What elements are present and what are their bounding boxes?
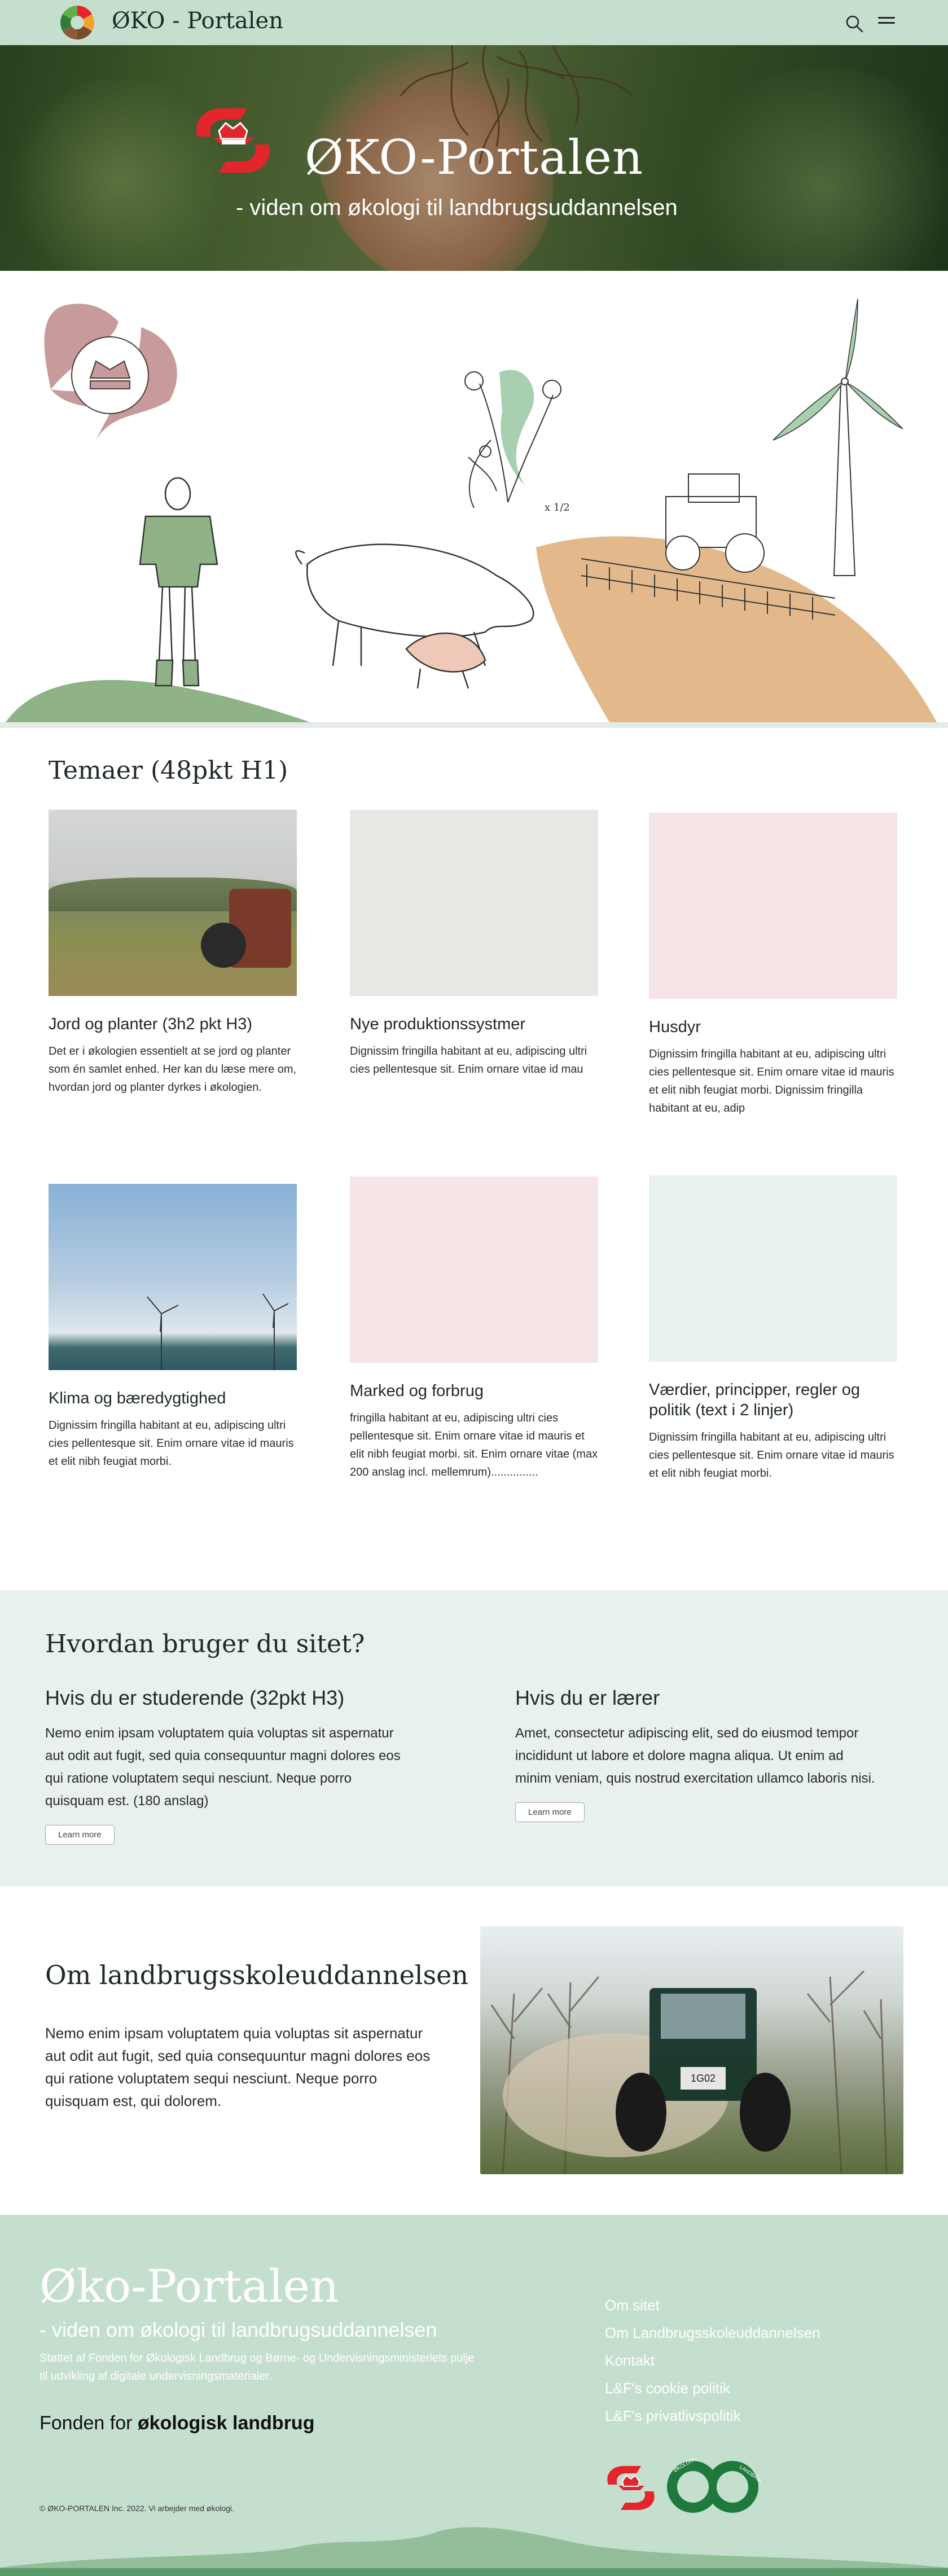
section-title-om: Om landbrugsskoleuddannelsen — [45, 1960, 468, 1990]
student-learn-more-button[interactable]: Learn more — [45, 1825, 115, 1845]
illustration-annotation: x 1/2 — [545, 502, 570, 514]
teacher-text: Amet, consectetur adipiscing elit, sed d… — [515, 1726, 875, 1786]
oe-logo-icon — [196, 108, 270, 173]
menu-icon[interactable] — [878, 17, 895, 29]
card-title: Marked og forbrug — [350, 1382, 484, 1400]
footer-link-om-sitet[interactable]: Om sitet — [605, 2297, 820, 2314]
about-text: Nemo enim ipsam voluptatem quia voluptas… — [45, 2025, 431, 2109]
card-image-placeholder — [649, 1175, 897, 1362]
pink-logo-icon — [44, 304, 177, 440]
footer-copyright: © ØKO-PORTALEN Inc. 2022. Vi arbejder me… — [40, 2504, 234, 2513]
footer-subtitle: - viden om økologi til landbrugsuddannel… — [40, 2318, 437, 2341]
hero-illustration: x 1/2 — [0, 271, 948, 728]
section-title-temaer: Temaer (48pkt H1) — [49, 756, 288, 785]
how-to-use-section: Hvordan bruger du sitet? Hvis du er stud… — [0, 1590, 948, 1886]
footer-support-text: Støttet af Fonden for Økologisk Landbrug… — [40, 2352, 475, 2382]
card-image-placeholder — [350, 1177, 598, 1363]
section-title-hvordan: Hvordan bruger du sitet? — [45, 1630, 365, 1658]
footer-title: Øko-Portalen — [40, 2260, 339, 2312]
theme-card[interactable]: Jord og planter (3h2 pkt H3) Det er i øk… — [49, 810, 297, 1096]
about-section: Om landbrugsskoleuddannelsen Nemo enim i… — [0, 1886, 948, 2215]
theme-card[interactable]: Husdyr Dignissim fringilla habitant at e… — [649, 813, 897, 1117]
theme-card[interactable]: Nye produktionssystmer Dignissim fringil… — [350, 810, 598, 1078]
search-icon[interactable] — [845, 14, 864, 33]
oe-logo-icon — [607, 2466, 655, 2510]
okologisk-landbrug-seal-icon: ØKOLOGISK LANDBRUG — [667, 2459, 761, 2513]
student-heading: Hvis du er studerende (32pkt H3) — [45, 1686, 345, 1709]
site-title[interactable]: ØKO - Portalen — [112, 8, 283, 34]
footer-link-om-landbrugsskoleuddannelsen[interactable]: Om Landbrugsskoleuddannelsen — [605, 2324, 820, 2342]
hero-banner: ØKO-Portalen - viden om økologi til land… — [0, 45, 948, 271]
teacher-learn-more-button[interactable]: Learn more — [515, 1802, 585, 1822]
hero-subtitle: - viden om økologi til landbrugsuddannel… — [236, 195, 678, 220]
footer-link-privatlivspolitik[interactable]: L&F's privatlivspolitik — [605, 2407, 820, 2425]
student-text: Nemo enim ipsam voluptatem quia voluptas… — [45, 1726, 401, 1809]
site-footer: Øko-Portalen - viden om økologi til land… — [0, 2215, 948, 2576]
footer-links: Om sitet Om Landbrugsskoleuddannelsen Ko… — [605, 2297, 820, 2435]
footer-hills — [0, 2527, 948, 2576]
wind-turbine-illustration — [773, 299, 903, 576]
footer-link-cookie-politik[interactable]: L&F's cookie politik — [605, 2380, 820, 2397]
card-text: Det er i økologien essentielt at se jord… — [49, 1045, 297, 1094]
theme-card[interactable]: Værdier, principper, regler og politik (… — [649, 1175, 897, 1482]
card-title: Værdier, principper, regler og politik (… — [649, 1381, 860, 1419]
student-column: Hvis du er studerende (32pkt H3) Nemo en… — [45, 1686, 406, 1845]
card-text: Dignissim fringilla habitant at eu, adip… — [649, 1431, 894, 1480]
card-text: Dignissim fringilla habitant at eu, adip… — [350, 1045, 587, 1076]
card-title: Nye produktionssystmer — [350, 1015, 526, 1033]
card-text: Dignissim fringilla habitant at eu, adip… — [49, 1419, 294, 1468]
theme-card[interactable]: Marked og forbrug fringilla habitant at … — [350, 1177, 598, 1481]
card-image-field-tractor — [49, 810, 297, 996]
footer-link-kontakt[interactable]: Kontakt — [605, 2352, 820, 2369]
theme-card[interactable]: Klima og bæredygtighed Dignissim fringil… — [49, 1184, 297, 1471]
card-image-wind-turbines — [49, 1184, 297, 1370]
about-image-tractor: 1G02 — [480, 1926, 903, 2174]
card-image-placeholder — [649, 813, 897, 999]
pigs-illustration — [295, 543, 534, 689]
plant-illustration — [464, 370, 561, 508]
color-wheel-logo[interactable] — [59, 4, 96, 41]
person-illustration — [139, 477, 218, 687]
fonden-logo[interactable]: Fonden for økologisk landbrug — [40, 2412, 314, 2434]
card-title: Jord og planter (3h2 pkt H3) — [49, 1015, 253, 1033]
card-title: Klima og bæredygtighed — [49, 1389, 226, 1407]
top-nav: ØKO - Portalen — [0, 0, 948, 45]
hero-title: ØKO-Portalen — [305, 130, 644, 185]
card-image-placeholder — [350, 810, 598, 996]
teacher-column: Hvis du er lærer Amet, consectetur adipi… — [515, 1686, 876, 1822]
tractor-plate: 1G02 — [691, 2073, 716, 2084]
card-title: Husdyr — [649, 1018, 701, 1036]
card-text: fringilla habitant at eu, adipiscing ult… — [350, 1412, 598, 1478]
card-text: Dignissim fringilla habitant at eu, adip… — [649, 1048, 894, 1114]
teacher-heading: Hvis du er lærer — [515, 1686, 660, 1709]
